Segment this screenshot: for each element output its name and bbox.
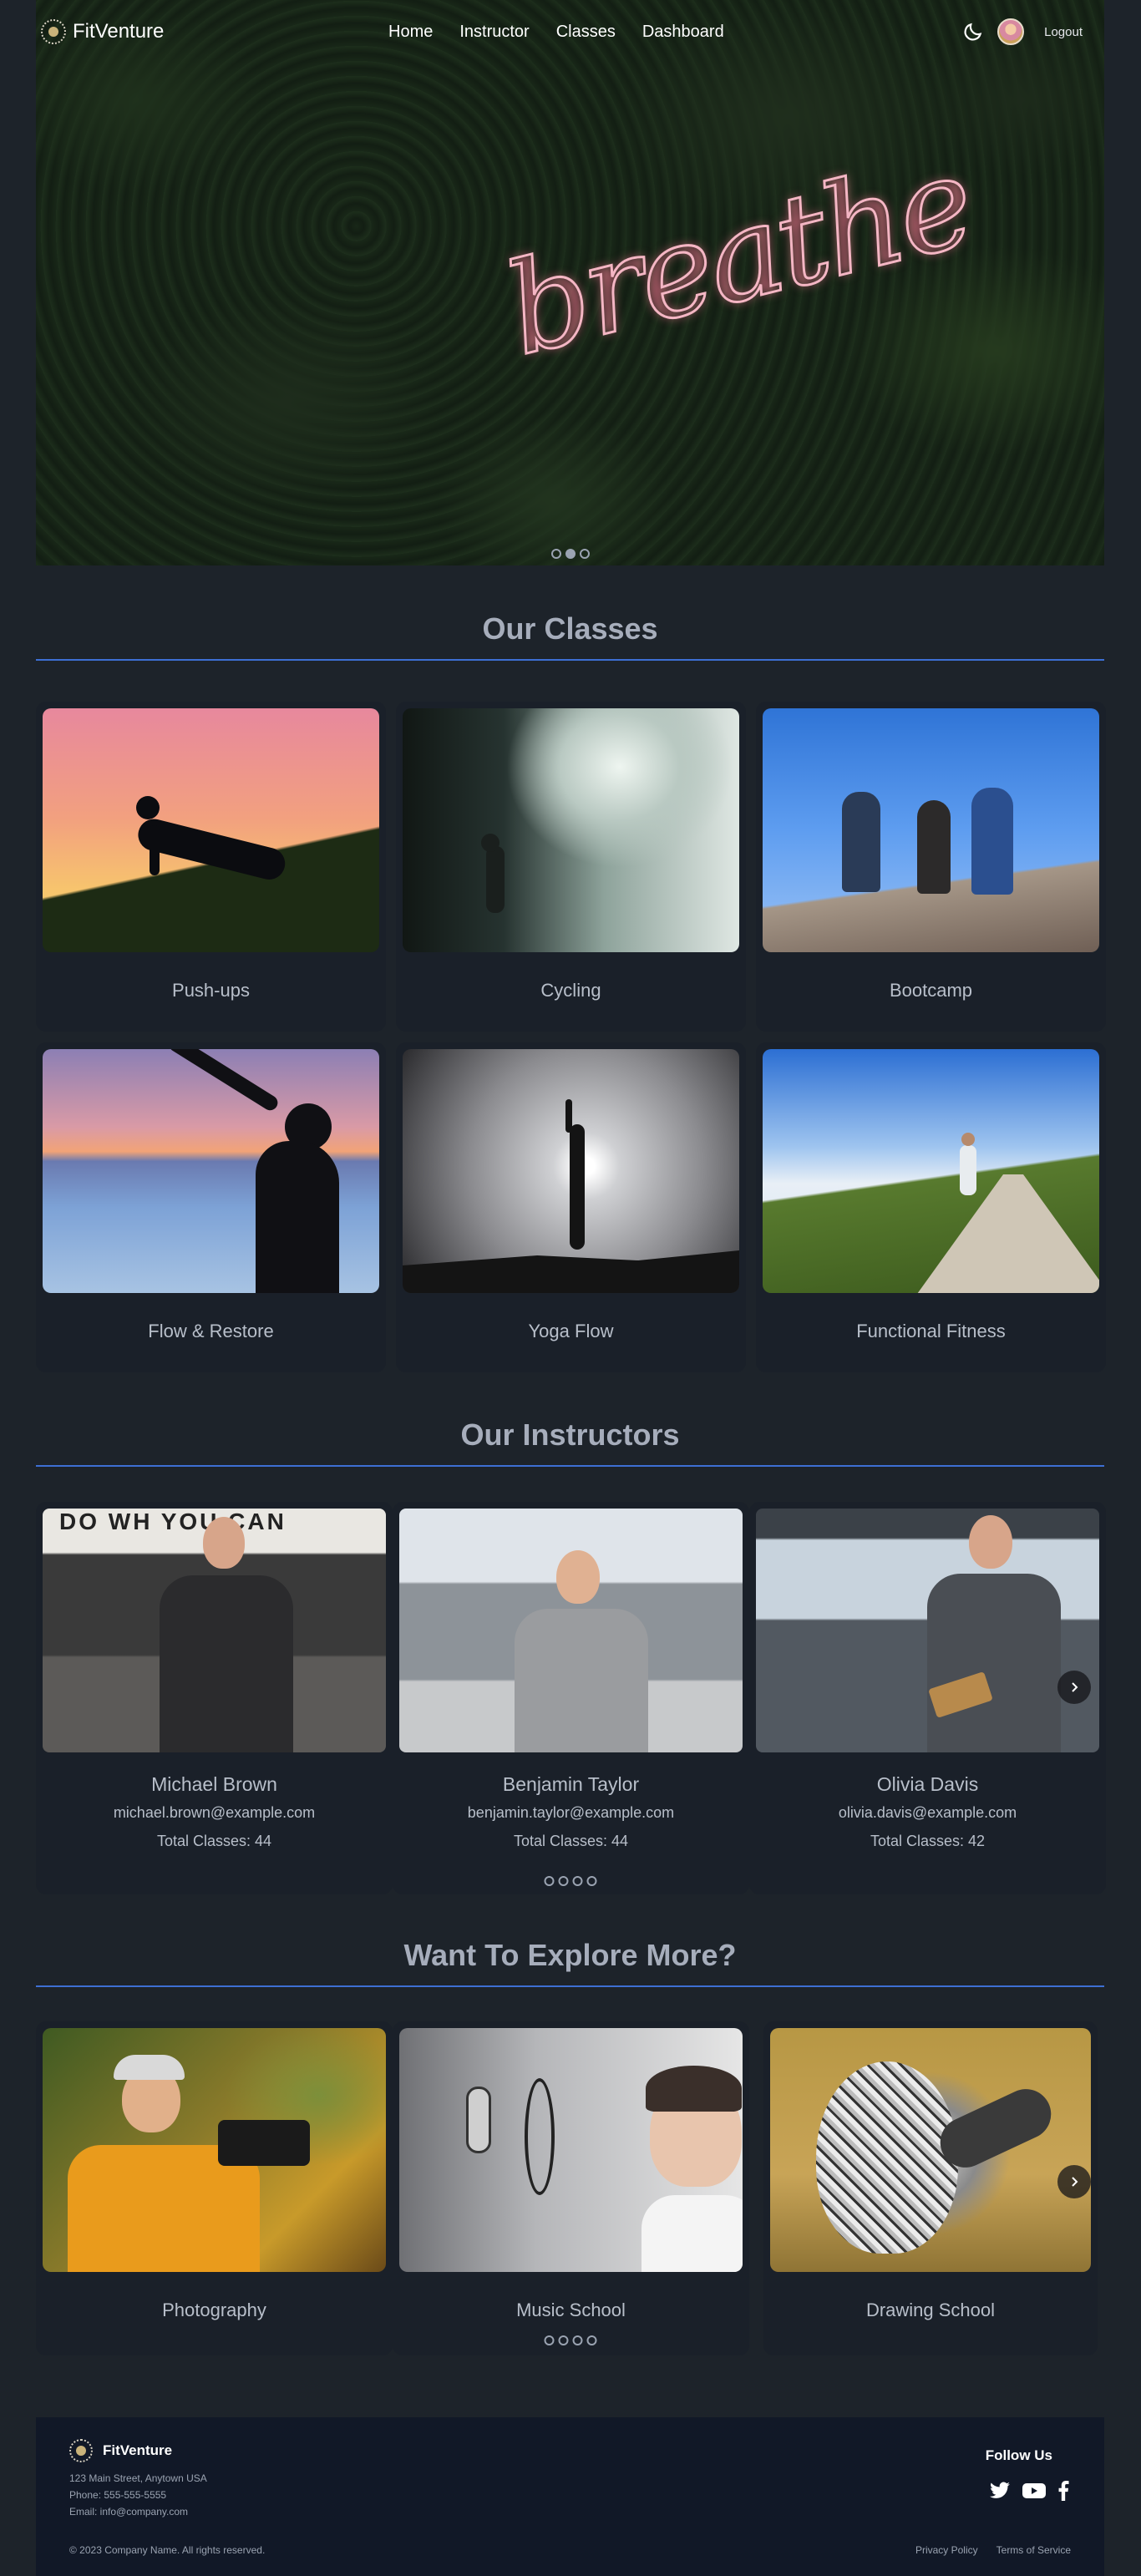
- instructor-total-classes: Total Classes: 44: [156, 1833, 272, 1849]
- twitter-icon[interactable]: [989, 2482, 1011, 2504]
- class-card-pushups[interactable]: Push-ups: [36, 702, 386, 1032]
- instructor-name: Michael Brown: [151, 1773, 277, 1795]
- instructor-card-benjamin-taylor[interactable]: Benjamin Taylor benjamin.taylor@example.…: [393, 1502, 749, 1894]
- class-label: Flow & Restore: [148, 1321, 274, 1341]
- class-label: Push-ups: [172, 980, 250, 1001]
- instructor-email[interactable]: benjamin.taylor@example.com: [393, 1804, 749, 1822]
- hero-carousel-dots: [550, 549, 590, 559]
- footer-email: Email: info@company.com: [69, 2506, 189, 2518]
- hero-carousel: breathe: [36, 0, 1104, 565]
- class-image: [403, 708, 739, 952]
- footer-phone: Phone: 555-555-5555: [69, 2489, 167, 2501]
- nav-link-home[interactable]: Home: [388, 23, 433, 42]
- instructor-photo: [756, 1509, 1099, 1752]
- class-label: Yoga Flow: [528, 1321, 614, 1341]
- explore-dot-1[interactable]: [544, 2335, 555, 2345]
- terms-of-service-link[interactable]: Terms of Service: [996, 2544, 1071, 2556]
- instructor-photo: DO WH YOU CAN: [43, 1509, 386, 1752]
- nav-right: Logout: [959, 18, 1093, 46]
- instructor-name: Benjamin Taylor: [502, 1773, 640, 1795]
- instructors-title: Our Instructors: [460, 1417, 680, 1452]
- class-card-cycling[interactable]: Cycling: [396, 702, 746, 1032]
- explore-label: Photography: [162, 2300, 266, 2320]
- footer-links: Privacy Policy Terms of Service: [915, 2544, 1071, 2556]
- explore-label: Drawing School: [865, 2300, 996, 2320]
- explore-image: [399, 2028, 743, 2272]
- class-card-flow-restore[interactable]: Flow & Restore: [36, 1042, 386, 1372]
- explore-image: [770, 2028, 1091, 2272]
- class-label: Functional Fitness: [856, 1321, 1006, 1341]
- instructors-dot-2[interactable]: [558, 1876, 569, 1886]
- explore-dot-3[interactable]: [572, 2335, 583, 2345]
- footer-brand-name: FitVenture: [103, 2442, 173, 2458]
- class-image: [43, 1049, 379, 1293]
- instructors-dot-4[interactable]: [586, 1876, 597, 1886]
- explore-dot-4[interactable]: [586, 2335, 597, 2345]
- moon-icon[interactable]: [959, 18, 987, 46]
- chevron-right-icon: [1072, 1682, 1078, 1692]
- instructor-card-michael-brown[interactable]: DO WH YOU CAN Michael Brown michael.brow…: [36, 1502, 393, 1894]
- logo-icon: [41, 19, 66, 44]
- explore-image: [43, 2028, 386, 2272]
- privacy-policy-link[interactable]: Privacy Policy: [915, 2544, 978, 2556]
- instructors-next-button[interactable]: [1057, 1671, 1091, 1704]
- avatar[interactable]: [997, 18, 1025, 45]
- instructors-carousel-dots: [544, 1876, 597, 1886]
- classes-divider: [36, 659, 1104, 661]
- instructors-dot-3[interactable]: [572, 1876, 583, 1886]
- instructor-card-olivia-davis[interactable]: Olivia Davis olivia.davis@example.com To…: [749, 1502, 1106, 1894]
- logo-icon: [69, 2439, 93, 2462]
- logout-button[interactable]: Logout: [1034, 22, 1093, 43]
- instructor-photo: [399, 1509, 743, 1752]
- nav-link-dashboard[interactable]: Dashboard: [642, 23, 724, 42]
- class-image: [763, 1049, 1099, 1293]
- explore-divider: [36, 1985, 1104, 1987]
- classes-title: Our Classes: [482, 611, 658, 646]
- class-card-yoga-flow[interactable]: Yoga Flow: [396, 1042, 746, 1372]
- class-label: Cycling: [540, 980, 601, 1001]
- footer-address: 123 Main Street, Anytown USA: [69, 2472, 207, 2484]
- explore-card-music-school[interactable]: Music School: [393, 2021, 749, 2355]
- chevron-right-icon: [1072, 2177, 1078, 2187]
- instructors-divider: [36, 1465, 1104, 1467]
- class-card-bootcamp[interactable]: Bootcamp: [756, 702, 1106, 1032]
- explore-label: Music School: [516, 2300, 626, 2320]
- instructor-email[interactable]: olivia.davis@example.com: [749, 1804, 1106, 1822]
- hero-dot-2[interactable]: [565, 549, 576, 559]
- hero-dot-3[interactable]: [579, 549, 590, 559]
- gym-wall-sign: DO WH YOU CAN: [59, 1509, 287, 1534]
- footer-brand[interactable]: FitVenture: [69, 2439, 172, 2462]
- footer-copyright: © 2023 Company Name. All rights reserved…: [69, 2544, 266, 2556]
- instructor-email[interactable]: michael.brown@example.com: [36, 1804, 393, 1822]
- explore-title: Want To Explore More?: [403, 1938, 737, 1972]
- class-card-functional-fitness[interactable]: Functional Fitness: [756, 1042, 1106, 1372]
- nav-links: Home Instructor Classes Dashboard: [388, 23, 724, 42]
- brand-name: FitVenture: [73, 20, 165, 43]
- nav-link-classes[interactable]: Classes: [556, 23, 616, 42]
- footer-follow-title: Follow Us: [985, 2447, 1052, 2463]
- brand[interactable]: FitVenture: [41, 19, 164, 44]
- explore-card-photography[interactable]: Photography: [36, 2021, 393, 2355]
- explore-dot-2[interactable]: [558, 2335, 569, 2345]
- class-label: Bootcamp: [889, 980, 973, 1001]
- footer: FitVenture 123 Main Street, Anytown USA …: [36, 2417, 1104, 2576]
- footer-socials: [989, 2481, 1069, 2505]
- explore-next-button[interactable]: [1057, 2165, 1091, 2198]
- instructor-total-classes: Total Classes: 42: [870, 1833, 986, 1849]
- youtube-icon[interactable]: [1022, 2482, 1046, 2503]
- class-image: [763, 708, 1099, 952]
- hero-dot-1[interactable]: [550, 549, 561, 559]
- instructor-total-classes: Total Classes: 44: [513, 1833, 629, 1849]
- nav-link-instructor[interactable]: Instructor: [459, 23, 529, 42]
- explore-carousel-dots: [544, 2335, 597, 2345]
- instructors-dot-1[interactable]: [544, 1876, 555, 1886]
- facebook-icon[interactable]: [1057, 2481, 1069, 2505]
- top-navbar: FitVenture Home Instructor Classes Dashb…: [36, 0, 1104, 63]
- explore-card-drawing-school[interactable]: Drawing School: [763, 2021, 1098, 2355]
- class-image: [403, 1049, 739, 1293]
- instructor-name: Olivia Davis: [876, 1773, 979, 1795]
- class-image: [43, 708, 379, 952]
